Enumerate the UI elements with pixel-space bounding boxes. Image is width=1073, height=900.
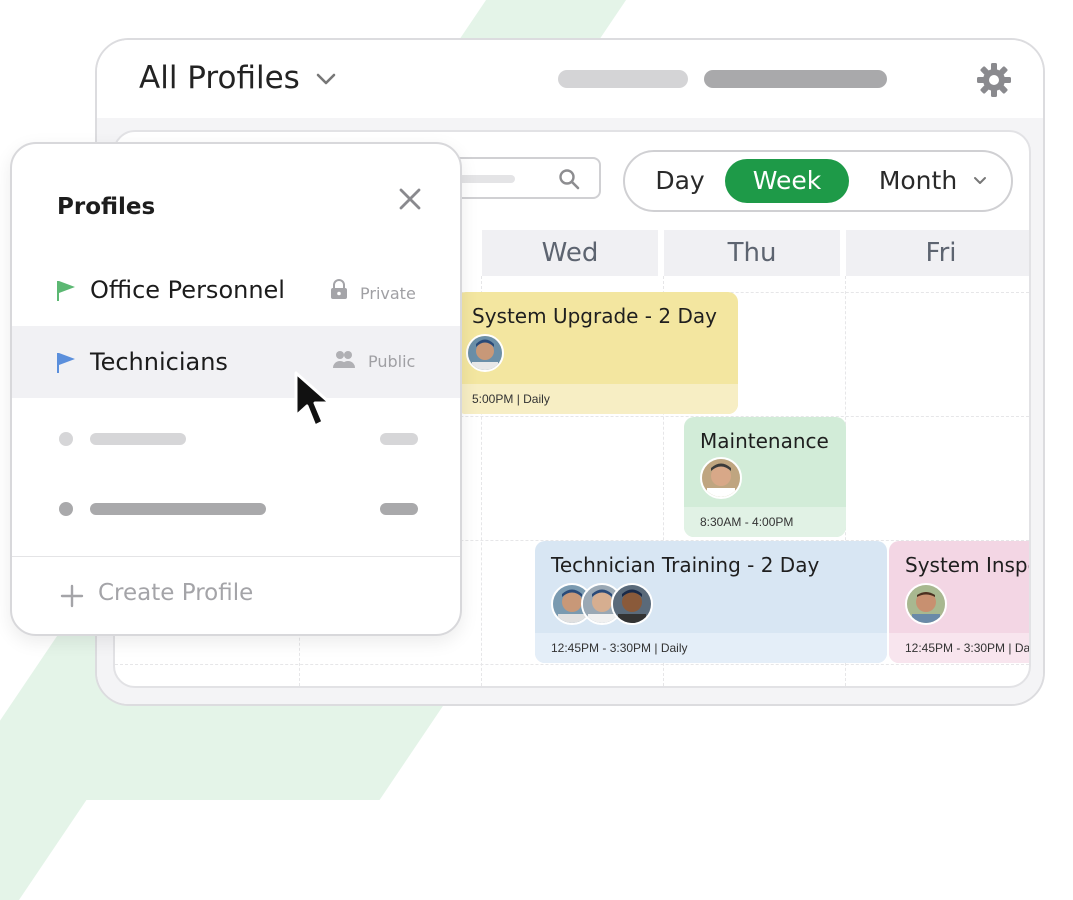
app-header: All Profiles — [97, 40, 1043, 118]
view-toggle: Day Week Month — [623, 150, 1013, 212]
event-title: System Inspe — [905, 553, 1031, 577]
visibility-label: Public — [368, 352, 416, 371]
event-time: 12:45PM - 3:30PM | Daily — [535, 633, 887, 663]
avatar — [905, 583, 947, 625]
day-header-fri: Fri — [846, 230, 1029, 276]
event-title: Maintenance — [700, 429, 829, 453]
placeholder-dot — [59, 502, 73, 516]
placeholder-bar — [380, 433, 418, 445]
profile-label: Technicians — [90, 348, 228, 376]
event-card[interactable]: System Upgrade - 2 Day 5:00PM | Daily — [456, 292, 738, 414]
chevron-down-icon[interactable] — [315, 72, 337, 86]
profile-item-office-personnel[interactable]: Office Personnel Private — [12, 254, 460, 326]
avatar — [700, 457, 742, 499]
view-day-button[interactable]: Day — [645, 159, 715, 203]
divider — [12, 556, 460, 557]
create-profile-button[interactable]: Create Profile — [98, 580, 253, 606]
chevron-down-icon[interactable] — [973, 176, 987, 186]
search-placeholder-bar — [455, 175, 515, 183]
gear-icon[interactable] — [976, 62, 1012, 98]
flag-icon — [57, 353, 75, 373]
event-card[interactable]: Maintenance 8:30AM - 4:00PM — [684, 417, 846, 537]
event-title: Technician Training - 2 Day — [551, 553, 820, 577]
view-week-button[interactable]: Week — [725, 159, 849, 203]
panel-title: Profiles — [57, 194, 156, 220]
event-card[interactable]: System Inspe 12:45PM - 3:30PM | Da — [889, 541, 1031, 663]
placeholder-bar — [704, 70, 887, 88]
day-header-thu: Thu — [664, 230, 840, 276]
flag-icon — [57, 281, 75, 301]
avatar — [611, 583, 653, 625]
placeholder-bar — [90, 433, 186, 445]
event-time: 12:45PM - 3:30PM | Da — [889, 633, 1029, 663]
avatar — [466, 334, 504, 372]
close-icon[interactable] — [397, 186, 423, 212]
profiles-panel: Profiles Office Personnel Private Techni… — [10, 142, 462, 636]
plus-icon[interactable] — [60, 584, 84, 608]
event-card[interactable]: Technician Training - 2 Day 12:45PM - 3:… — [535, 541, 887, 663]
placeholder-bar — [380, 503, 418, 515]
search-icon[interactable] — [557, 167, 581, 191]
placeholder-bar — [558, 70, 688, 88]
mouse-cursor-icon — [294, 371, 332, 428]
day-header-wed: Wed — [482, 230, 658, 276]
group-icon — [333, 351, 355, 368]
lock-icon — [331, 279, 347, 299]
event-title: System Upgrade - 2 Day — [472, 304, 717, 328]
profile-item-technicians[interactable]: Technicians Public — [12, 326, 460, 398]
profile-selector-title[interactable]: All Profiles — [139, 60, 300, 96]
grid-line — [115, 664, 1029, 665]
event-time: 5:00PM | Daily — [456, 384, 738, 414]
placeholder-dot — [59, 432, 73, 446]
event-time: 8:30AM - 4:00PM — [684, 507, 846, 537]
profile-label: Office Personnel — [90, 276, 285, 304]
visibility-label: Private — [360, 284, 416, 303]
placeholder-bar — [90, 503, 266, 515]
view-month-button[interactable]: Month — [863, 159, 973, 203]
